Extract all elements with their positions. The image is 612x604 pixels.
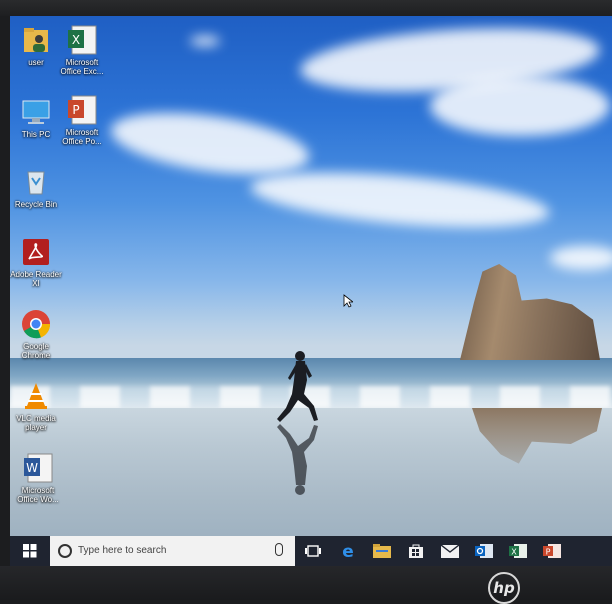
cloud xyxy=(430,76,610,136)
icon-label: Microsoft Office Exc... xyxy=(60,58,104,76)
microphone-icon[interactable] xyxy=(275,543,283,556)
taskbar: Type here to search e X P xyxy=(10,536,612,566)
taskbar-mail[interactable] xyxy=(440,541,460,561)
edge-icon: e xyxy=(342,542,354,560)
desktop-screen[interactable]: user X Microsoft Office Exc... This PC P… xyxy=(10,16,612,566)
desktop-icon-vlc[interactable]: VLC media player xyxy=(10,380,62,432)
start-button[interactable] xyxy=(10,536,50,566)
svg-text:X: X xyxy=(72,33,80,47)
desktop-icon-excel[interactable]: X Microsoft Office Exc... xyxy=(56,24,108,76)
icon-label: This PC xyxy=(21,130,51,139)
windows-logo-icon xyxy=(23,544,37,558)
runner-silhouette xyxy=(277,351,318,495)
svg-text:e: e xyxy=(342,542,354,560)
taskbar-file-explorer[interactable] xyxy=(372,541,392,561)
cloud xyxy=(107,102,313,185)
rock-formation xyxy=(460,264,600,360)
taskbar-outlook[interactable] xyxy=(474,541,494,561)
svg-text:W: W xyxy=(26,461,38,475)
outlook-icon xyxy=(475,544,493,558)
desktop-icon-powerpoint[interactable]: P Microsoft Office Po... xyxy=(56,94,108,146)
taskbar-search-box[interactable]: Type here to search xyxy=(50,536,295,566)
mail-icon xyxy=(441,544,459,558)
monitor-bezel-top xyxy=(0,0,612,16)
user-folder-icon xyxy=(24,28,48,52)
taskbar-powerpoint[interactable]: P xyxy=(542,541,562,561)
desktop-icon-recycle-bin[interactable]: Recycle Bin xyxy=(10,166,62,209)
icon-label: Recycle Bin xyxy=(14,200,58,209)
desktop-icon-this-pc[interactable]: This PC xyxy=(10,96,62,139)
cloud xyxy=(190,36,220,46)
desktop-icon-chrome[interactable]: Google Chrome xyxy=(10,308,62,360)
task-view-button[interactable] xyxy=(303,541,323,561)
icon-label: Adobe Reader XI xyxy=(10,270,62,288)
desktop-icon-user[interactable]: user xyxy=(10,24,62,67)
icon-label: user xyxy=(28,58,44,67)
excel-icon: X xyxy=(509,544,527,558)
store-icon xyxy=(409,544,423,558)
icon-label: Google Chrome xyxy=(21,342,51,360)
task-view-icon xyxy=(305,545,321,557)
cortana-circle-icon xyxy=(58,544,72,558)
desktop-icon-adobe-reader[interactable]: Adobe Reader XI xyxy=(10,236,62,288)
icon-label: Microsoft Office Po... xyxy=(62,128,102,146)
word-icon: W xyxy=(24,453,53,483)
svg-text:P: P xyxy=(546,548,551,557)
recycle-bin-icon xyxy=(27,171,45,195)
vlc-icon xyxy=(25,383,47,409)
this-pc-icon xyxy=(22,100,50,124)
search-placeholder: Type here to search xyxy=(78,545,167,556)
cloud xyxy=(550,246,612,270)
powerpoint-icon: P xyxy=(543,544,561,558)
chrome-icon xyxy=(22,310,51,339)
mouse-cursor xyxy=(343,294,353,308)
icon-label: VLC media player xyxy=(16,414,56,432)
icon-label: Microsoft Office Wo... xyxy=(17,486,59,504)
cloud xyxy=(248,163,552,237)
monitor-bezel-bottom: hp xyxy=(0,566,612,604)
file-explorer-icon xyxy=(373,544,391,558)
svg-text:P: P xyxy=(72,103,79,117)
hp-logo: hp xyxy=(488,572,520,604)
taskbar-store[interactable] xyxy=(406,541,426,561)
adobe-reader-icon xyxy=(23,239,49,265)
excel-icon: X xyxy=(68,25,97,55)
desktop-icon-word[interactable]: W Microsoft Office Wo... xyxy=(12,452,64,504)
svg-text:X: X xyxy=(511,548,517,557)
powerpoint-icon: P xyxy=(68,95,97,125)
taskbar-excel[interactable]: X xyxy=(508,541,528,561)
taskbar-edge[interactable]: e xyxy=(338,541,358,561)
